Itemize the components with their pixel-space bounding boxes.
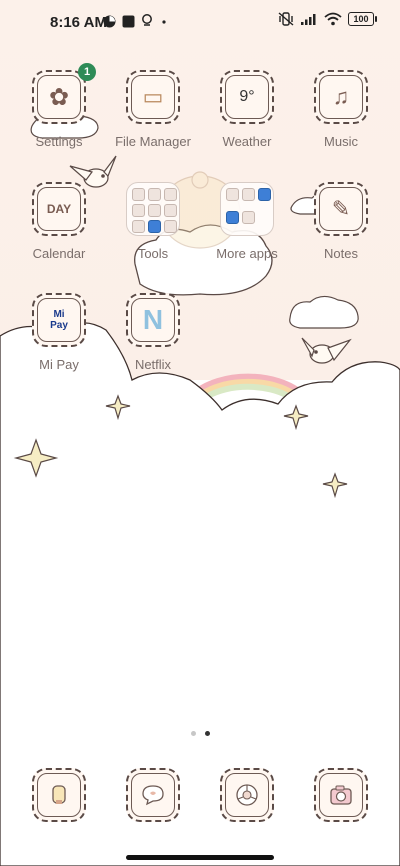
- app-label: Mi Pay: [39, 357, 79, 372]
- mini-app-icon: [164, 188, 177, 201]
- app-label: Weather: [222, 134, 272, 149]
- app-label: Tools: [137, 246, 169, 261]
- page-indicator[interactable]: [0, 731, 400, 736]
- status-time: 8:16 AM: [50, 14, 107, 31]
- app-label: Calendar: [32, 246, 86, 261]
- app-settings[interactable]: ✿ 1 Settings: [12, 63, 106, 149]
- folder-icon: [220, 182, 274, 236]
- app-label: Notes: [324, 246, 358, 261]
- app-calendar[interactable]: DAY Calendar: [12, 182, 106, 261]
- page-dot-active[interactable]: [204, 731, 210, 736]
- phone-icon: [52, 785, 66, 804]
- app-label: Music: [324, 134, 358, 149]
- browser-icon: [236, 784, 258, 806]
- netflix-icon: N: [126, 293, 180, 347]
- folder-more-apps[interactable]: More apps: [200, 182, 294, 261]
- mini-app-icon: [226, 210, 239, 224]
- app-notes[interactable]: ✎ Notes: [294, 182, 388, 261]
- notes-icon: ✎: [314, 182, 368, 236]
- status-bar: 8:16 AM 100: [0, 0, 400, 44]
- app-label: More apps: [216, 246, 278, 261]
- app-netflix[interactable]: N Netflix: [106, 293, 200, 372]
- status-system-icons: 100: [278, 12, 377, 26]
- status-notification-icons: [103, 14, 169, 28]
- battery-level: 100: [353, 14, 369, 24]
- battery-icon: 100: [348, 12, 377, 26]
- mini-app-icon: [148, 204, 161, 217]
- mini-app-icon: [132, 188, 145, 201]
- sparkle-stars: [13, 394, 348, 499]
- dock-browser[interactable]: [220, 768, 274, 822]
- app-label: Netflix: [134, 357, 172, 372]
- app-weather[interactable]: 9° Weather: [200, 70, 294, 149]
- camera-icon: [330, 785, 352, 805]
- vibrate-off-icon: [278, 12, 294, 26]
- mini-app-icon: [132, 204, 145, 217]
- wifi-icon: [324, 12, 342, 26]
- dock-camera[interactable]: [314, 768, 368, 822]
- app-file-manager[interactable]: ▭ File Manager: [106, 70, 200, 149]
- mi-pay-icon: Mi Pay: [32, 293, 86, 347]
- signal-icon: [301, 14, 316, 25]
- app-music[interactable]: ♫ Music: [294, 70, 388, 149]
- settings-icon: ✿ 1: [32, 63, 96, 124]
- square-notification-icon: [122, 15, 135, 27]
- mini-app-icon: [164, 204, 177, 217]
- app-mi-pay[interactable]: Mi Pay Mi Pay: [12, 293, 106, 372]
- mini-app-icon: [148, 188, 161, 201]
- folder-open-icon: ▭: [126, 70, 180, 124]
- message-icon: [142, 785, 164, 806]
- home-gesture-bar[interactable]: [126, 855, 274, 860]
- page-dot[interactable]: [190, 731, 196, 736]
- dock-phone[interactable]: [32, 768, 86, 822]
- mini-app-icon: [132, 220, 145, 233]
- small-cloud-right: [289, 295, 359, 329]
- calendar-icon: DAY: [32, 182, 86, 236]
- bird-right: [301, 337, 352, 364]
- music-icon: ♫: [314, 70, 368, 124]
- folder-tools[interactable]: Tools: [106, 182, 200, 261]
- mini-app-icon: [242, 210, 255, 224]
- dot-icon: [162, 19, 166, 24]
- notification-badge: 1: [78, 63, 96, 81]
- mini-app-icon: [226, 188, 239, 201]
- dock-messages[interactable]: [126, 768, 180, 822]
- bulb-icon: [142, 14, 152, 26]
- rainbow-decoration: [194, 373, 302, 399]
- sync-icon: [103, 15, 116, 27]
- folder-icon: [126, 182, 180, 236]
- app-label: Settings: [35, 134, 83, 149]
- weather-icon: 9°: [220, 70, 274, 124]
- mini-app-icon: [148, 220, 161, 233]
- mini-app-icon: [258, 188, 271, 201]
- mini-app-icon: [242, 188, 255, 201]
- app-label: File Manager: [115, 134, 191, 149]
- mini-app-icon: [164, 220, 177, 233]
